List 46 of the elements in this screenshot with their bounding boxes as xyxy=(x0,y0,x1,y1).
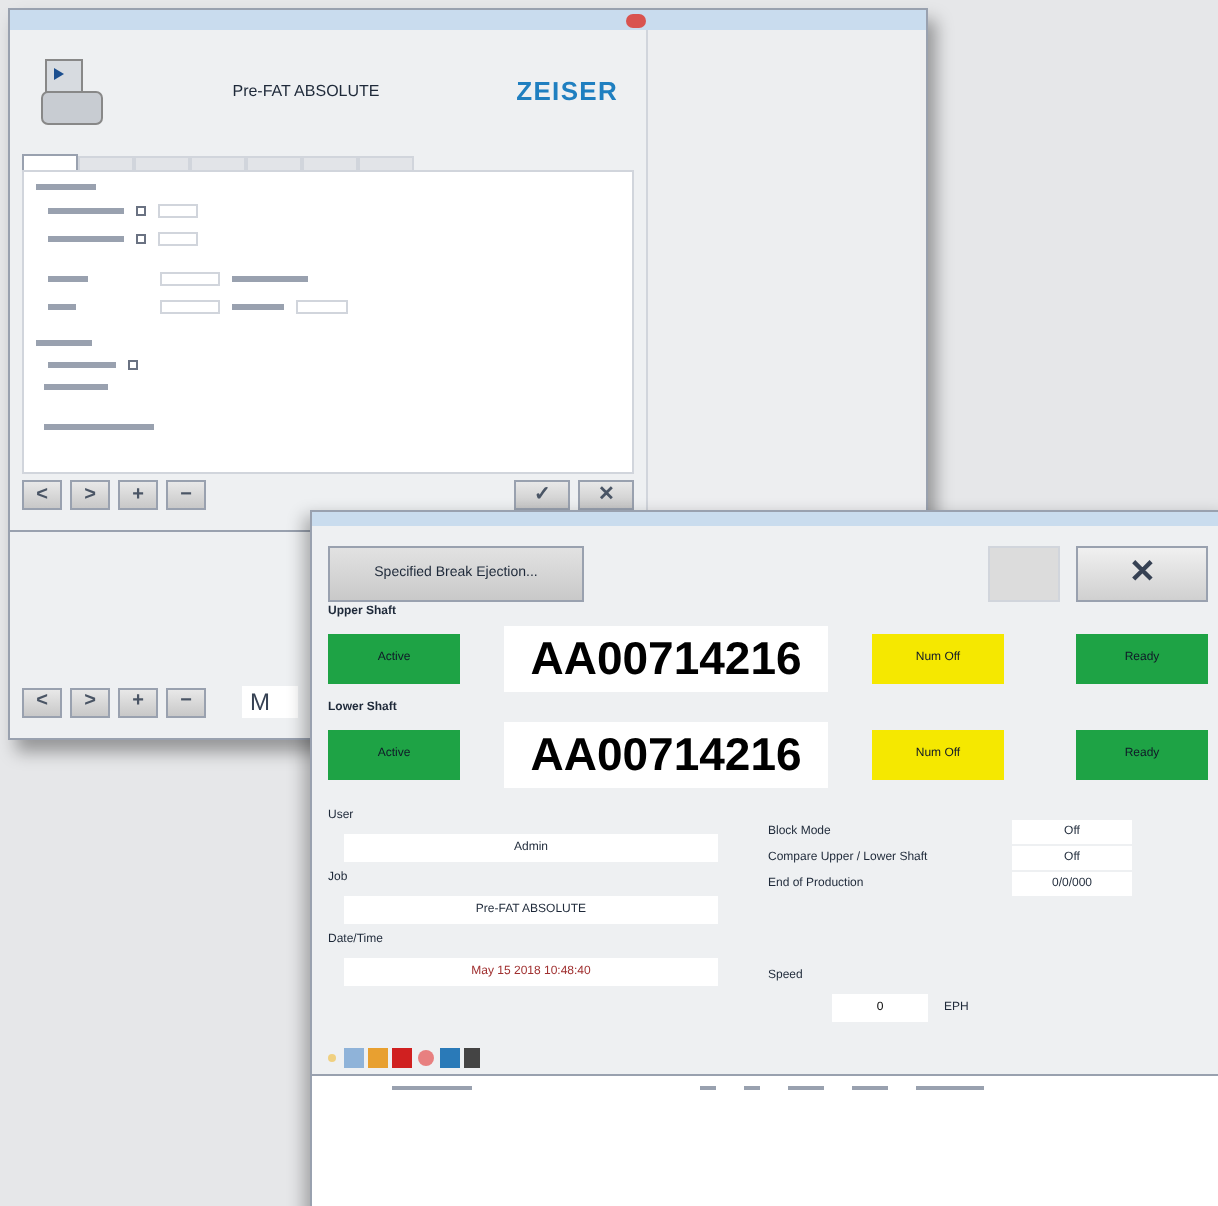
logo: ZEISER xyxy=(516,74,618,111)
remove-button[interactable]: − xyxy=(166,480,206,510)
remove-button[interactable]: − xyxy=(166,687,206,717)
next-button[interactable]: > xyxy=(70,687,110,717)
partial-label: M xyxy=(242,686,298,718)
blurred-label xyxy=(48,304,76,310)
tab[interactable] xyxy=(302,156,358,170)
next-button[interactable]: > xyxy=(70,480,110,510)
tab[interactable] xyxy=(190,156,246,170)
header-title: Pre-FAT ABSOLUTE xyxy=(230,80,382,104)
tab[interactable] xyxy=(358,156,414,170)
code-display: AA00714216 xyxy=(504,626,828,692)
blurred-label xyxy=(232,304,284,310)
input-field[interactable] xyxy=(158,204,198,218)
code-display: AA00714216 xyxy=(504,722,828,788)
add-button[interactable]: + xyxy=(118,687,158,717)
blank-button[interactable] xyxy=(988,546,1060,602)
tab[interactable] xyxy=(78,156,134,170)
input-field[interactable] xyxy=(158,232,198,246)
previous-button[interactable]: < xyxy=(22,687,62,717)
blurred-label xyxy=(48,362,116,368)
blurred-label xyxy=(232,276,308,282)
blurred-label xyxy=(48,276,88,282)
blurred-label xyxy=(48,236,124,242)
checkbox[interactable] xyxy=(128,360,138,370)
add-button[interactable]: + xyxy=(118,480,158,510)
checkbox[interactable] xyxy=(136,234,146,244)
close-button[interactable]: ✕ xyxy=(1076,546,1208,602)
blurred-label xyxy=(48,208,124,214)
tab[interactable] xyxy=(22,154,78,170)
blurred-label xyxy=(44,384,108,390)
input-field[interactable] xyxy=(296,300,348,314)
blurred-label xyxy=(36,340,92,346)
tab[interactable] xyxy=(134,156,190,170)
close-icon[interactable] xyxy=(626,13,646,27)
toolbar-icons-drawing[interactable] xyxy=(324,1046,484,1070)
tab[interactable] xyxy=(246,156,302,170)
input-field[interactable] xyxy=(160,272,220,286)
blurred-label xyxy=(44,424,154,430)
input-field[interactable] xyxy=(160,300,220,314)
cancel-button[interactable]: ✕ xyxy=(578,480,634,510)
blurred-label xyxy=(36,184,96,190)
checkbox[interactable] xyxy=(136,206,146,216)
previous-button[interactable]: < xyxy=(22,480,62,510)
machine-icon xyxy=(38,56,106,128)
confirm-button[interactable]: ✓ xyxy=(514,480,570,510)
